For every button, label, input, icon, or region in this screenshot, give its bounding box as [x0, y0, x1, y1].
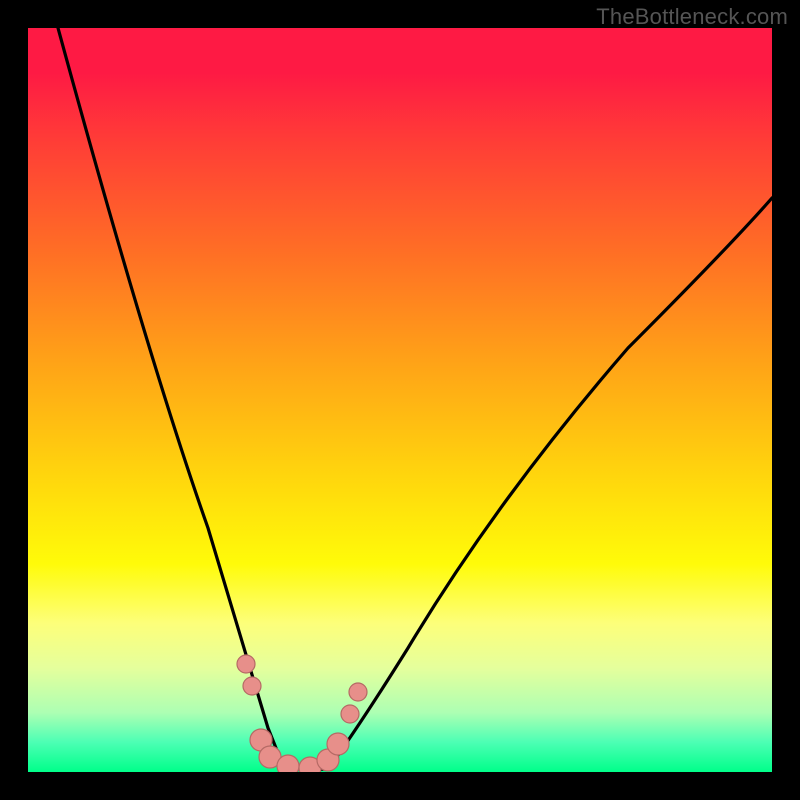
- watermark-text: TheBottleneck.com: [596, 4, 788, 30]
- marker-dot: [237, 655, 255, 673]
- marker-group: [237, 655, 367, 772]
- marker-dot: [243, 677, 261, 695]
- marker-dot: [277, 755, 299, 772]
- marker-dot: [349, 683, 367, 701]
- bottleneck-curve-right: [328, 198, 772, 769]
- chart-frame: TheBottleneck.com: [0, 0, 800, 800]
- marker-dot: [341, 705, 359, 723]
- marker-dot: [327, 733, 349, 755]
- curve-layer: [28, 28, 772, 772]
- plot-area: [28, 28, 772, 772]
